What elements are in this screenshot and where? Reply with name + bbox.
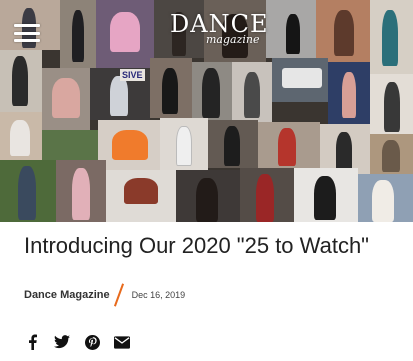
byline: Dance Magazine Dec 16, 2019 (24, 283, 186, 307)
author-link[interactable]: Dance Magazine (24, 289, 110, 301)
byline-divider (113, 283, 124, 307)
logo-sub-text: magazine (206, 33, 260, 46)
pinterest-icon[interactable] (84, 334, 100, 350)
share-bar (24, 334, 130, 350)
twitter-icon[interactable] (54, 334, 70, 350)
article-title: Introducing Our 2020 "25 to Watch" (24, 233, 369, 258)
site-logo[interactable]: DANCE magazine (170, 12, 280, 48)
collage-sign: SIVE (120, 69, 145, 81)
facebook-icon[interactable] (24, 334, 40, 350)
hamburger-menu-icon[interactable] (14, 24, 40, 42)
email-icon[interactable] (114, 334, 130, 350)
publish-date: Dec 16, 2019 (131, 290, 186, 300)
hero-image[interactable]: SIVE DANCE magazine (0, 0, 413, 222)
